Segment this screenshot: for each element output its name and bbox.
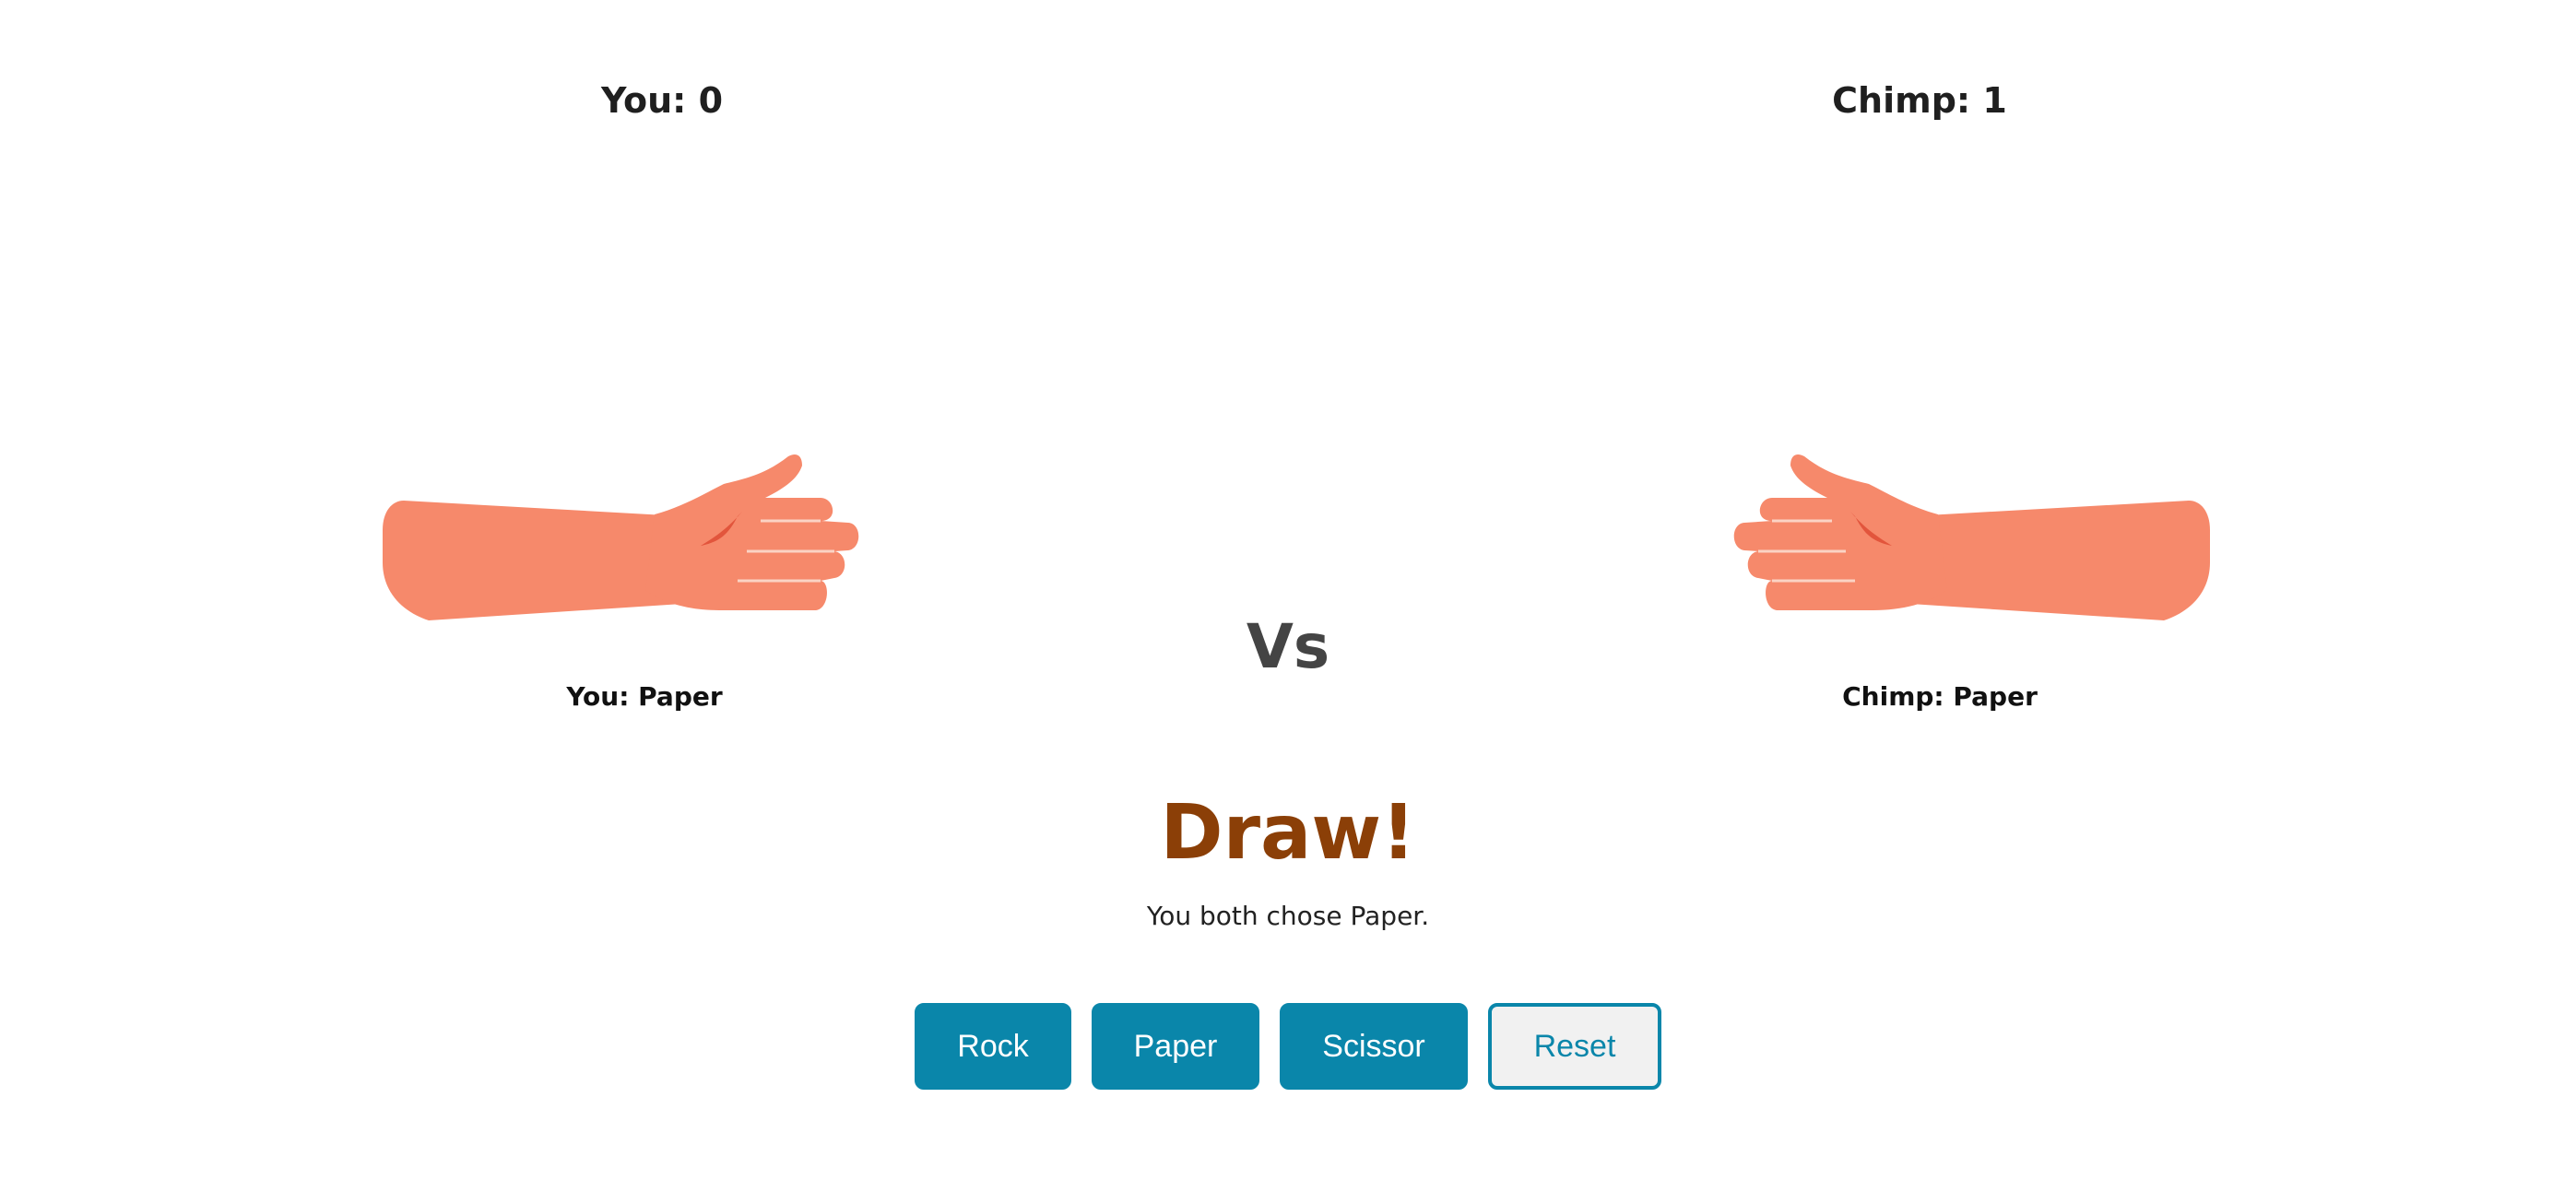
player-choice-label: You: Paper <box>566 681 723 712</box>
player-score: You: 0 <box>600 80 724 121</box>
chimp-choice-label: Chimp: Paper <box>1842 681 2038 712</box>
paper-button[interactable]: Paper <box>1092 1003 1259 1090</box>
hand-shape <box>1733 454 2210 620</box>
scissor-button[interactable]: Scissor <box>1280 1003 1468 1090</box>
rock-button[interactable]: Rock <box>915 1003 1071 1090</box>
game-stage: You: 0 Chimp: 1 You: Paper Chimp: Paper <box>0 0 2576 1180</box>
hand-shape <box>383 454 859 620</box>
chimp-score: Chimp: 1 <box>1832 80 2007 121</box>
result-title: Draw! <box>1160 789 1416 877</box>
chimp-paper-hand-icon <box>1733 454 2210 620</box>
versus-label: Vs <box>1246 611 1330 682</box>
controls-bar: Rock Paper Scissor Reset <box>0 1003 2576 1090</box>
reset-button[interactable]: Reset <box>1488 1003 1661 1090</box>
result-detail: You both chose Paper. <box>1146 901 1430 931</box>
player-paper-hand-icon <box>383 454 859 620</box>
